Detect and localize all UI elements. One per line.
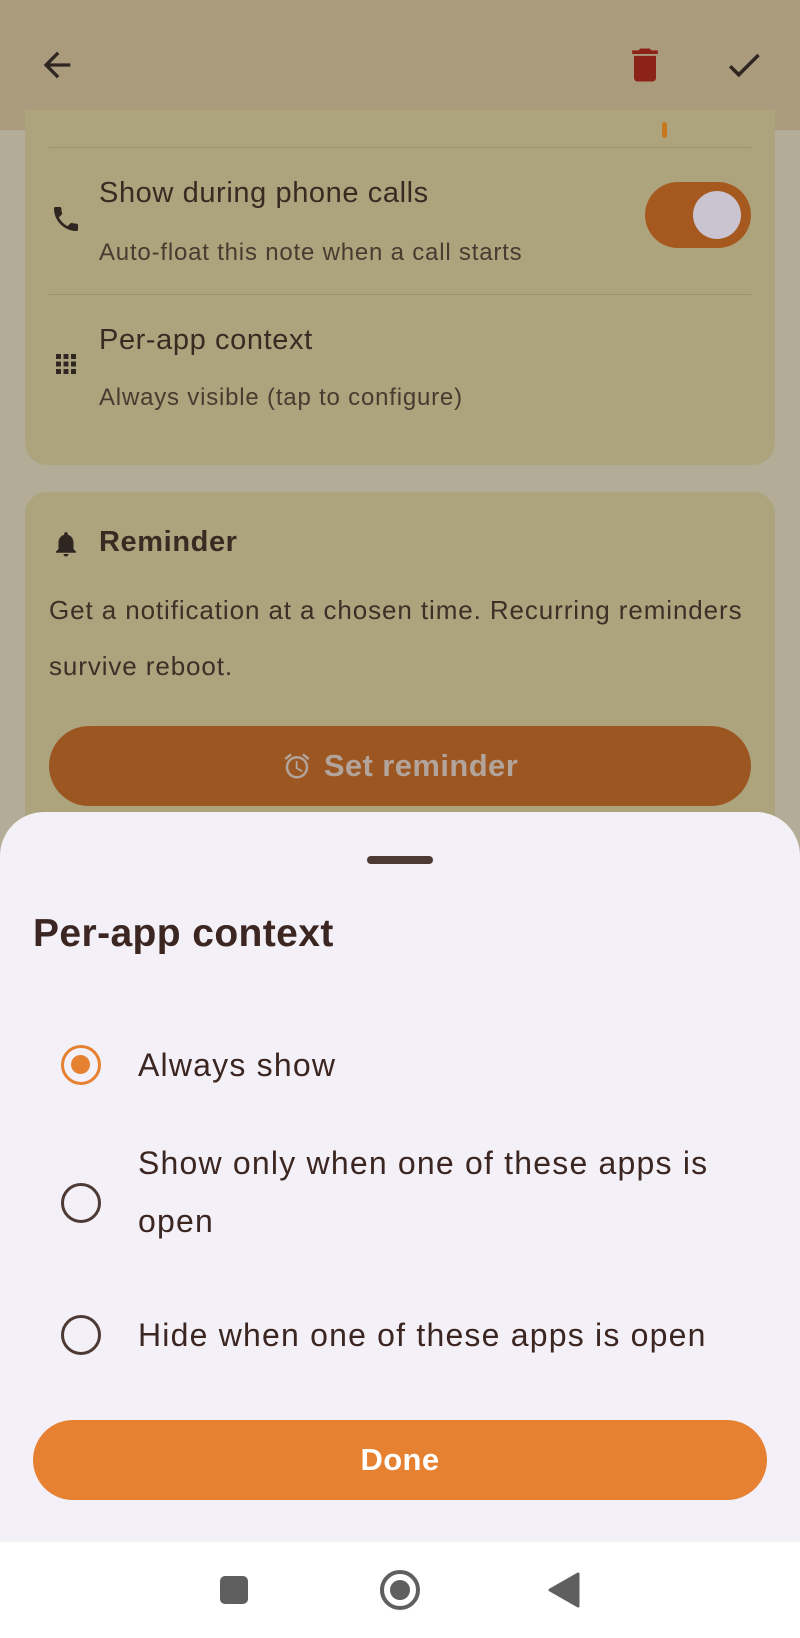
option-label: Show only when one of these apps is open [138, 1145, 709, 1239]
phone-calls-toggle[interactable] [645, 182, 751, 248]
alarm-icon [284, 753, 310, 779]
per-app-context-subtitle: Always visible (tap to configure) [99, 384, 463, 411]
system-nav-bar [0, 1542, 800, 1638]
recents-icon [220, 1576, 248, 1604]
done-label: Done [360, 1442, 440, 1477]
reminder-card: Reminder Get a notification at a chosen … [25, 492, 775, 852]
reminder-description: Get a notification at a chosen time. Rec… [49, 595, 743, 681]
arrow-left-icon [43, 51, 71, 79]
drag-handle[interactable] [367, 856, 433, 864]
phone-icon [49, 202, 83, 236]
set-reminder-label: Set reminder [323, 748, 519, 783]
phone-calls-subtitle: Auto-float this note when a call starts [99, 239, 523, 266]
check-icon [728, 53, 760, 78]
reminder-title: Reminder [99, 526, 238, 558]
option-label: Hide when one of these apps is open [138, 1317, 707, 1353]
recents-button[interactable] [210, 1566, 258, 1614]
grid-icon [49, 347, 83, 381]
option-show-only-when-open[interactable]: Show only when one of these apps is open [0, 1132, 800, 1274]
delete-button[interactable] [615, 35, 675, 95]
back-button[interactable] [27, 35, 87, 95]
home-button[interactable] [376, 1566, 424, 1614]
sheet-title: Per-app context [33, 912, 334, 955]
per-app-context-title: Per-app context [99, 324, 313, 356]
option-hide-when-open[interactable]: Hide when one of these apps is open [0, 1301, 800, 1377]
radio-always-show[interactable] [61, 1045, 101, 1085]
done-button[interactable]: Done [33, 1420, 767, 1500]
back-icon [548, 1572, 580, 1608]
back-nav-button[interactable] [540, 1566, 588, 1614]
option-always-show[interactable]: Always show [0, 1027, 800, 1103]
phone-calls-row[interactable]: Show during phone calls Auto-float this … [25, 147, 775, 292]
scroll-indicator [662, 122, 667, 138]
set-reminder-button[interactable]: Set reminder [49, 726, 751, 806]
home-icon [380, 1570, 420, 1610]
note-settings-card: Show during phone calls Auto-float this … [25, 110, 775, 465]
per-app-context-sheet: Per-app context Always show Show only wh… [0, 812, 800, 1542]
option-label: Always show [138, 1047, 337, 1083]
phone-calls-title: Show during phone calls [99, 177, 429, 209]
radio-hide-when-open[interactable] [61, 1315, 101, 1355]
toggle-knob [693, 191, 741, 239]
bell-icon [49, 526, 83, 562]
radio-show-only-when-open[interactable] [61, 1183, 101, 1223]
per-app-context-row[interactable]: Per-app context Always visible (tap to c… [25, 294, 775, 439]
trash-icon [632, 48, 658, 82]
save-button[interactable] [714, 35, 774, 95]
